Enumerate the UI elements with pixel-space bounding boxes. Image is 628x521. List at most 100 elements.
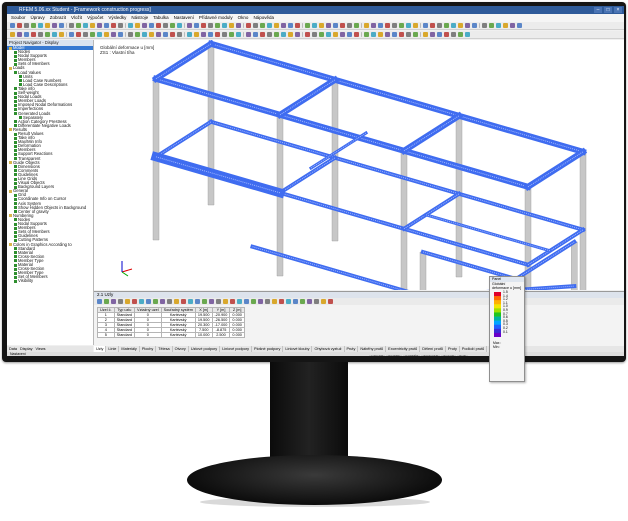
- folder-icon[interactable]: [9, 243, 12, 247]
- toolbar-tool-icon[interactable]: [170, 23, 175, 28]
- menu-item-4[interactable]: Výpočet: [87, 14, 103, 22]
- checkbox-icon[interactable]: [14, 230, 17, 234]
- toolbar-tool-icon[interactable]: [177, 23, 182, 28]
- table-tool-icon[interactable]: [139, 299, 144, 304]
- toolbar-tool-icon[interactable]: [458, 23, 463, 28]
- toolbar-tool-icon[interactable]: [406, 23, 411, 28]
- menu-item-9[interactable]: Přídavné moduly: [199, 14, 233, 22]
- checkbox-icon[interactable]: [14, 54, 17, 58]
- checkbox-icon[interactable]: [14, 181, 17, 185]
- checkbox-icon[interactable]: [14, 263, 17, 267]
- toolbar-tool-icon[interactable]: [333, 23, 338, 28]
- result-legend-panel[interactable]: Panel Globální deformace u [mm] 1.5 1.4 1.…: [489, 276, 525, 382]
- toolbar-tool-icon[interactable]: [437, 32, 442, 37]
- table-tool-icon[interactable]: [321, 299, 326, 304]
- table-tool-icon[interactable]: [118, 299, 123, 304]
- table-cell[interactable]: Standard: [113, 322, 136, 328]
- checkbox-icon[interactable]: [14, 58, 17, 62]
- toolbar-tool-icon[interactable]: [361, 23, 362, 28]
- toolbar-tool-icon[interactable]: [326, 32, 331, 37]
- toolbar-tool-icon[interactable]: [31, 23, 36, 28]
- toolbar-tool-icon[interactable]: [517, 23, 522, 28]
- snap-button-0[interactable]: UCHOP: [369, 355, 386, 356]
- table-tool-icon[interactable]: [125, 299, 130, 304]
- table-cell[interactable]: 2.500: [211, 332, 231, 338]
- toolbar-tool-icon[interactable]: [295, 32, 300, 37]
- toolbar-tool-icon[interactable]: [295, 23, 300, 28]
- table-cell[interactable]: Standard: [113, 327, 136, 333]
- table-tool-icon[interactable]: [265, 299, 270, 304]
- toolbar-tool-icon[interactable]: [118, 32, 123, 37]
- checkbox-icon[interactable]: [14, 144, 17, 148]
- table-tool-icon[interactable]: [146, 299, 151, 304]
- toolbar-tool-icon[interactable]: [229, 32, 234, 37]
- table-cell[interactable]: Standard: [113, 332, 136, 338]
- table-tool-icon[interactable]: [160, 299, 165, 304]
- toolbar-tool-icon[interactable]: [413, 23, 418, 28]
- toolbar-tool-icon[interactable]: [312, 23, 317, 28]
- toolbar-tool-icon[interactable]: [170, 32, 175, 37]
- toolbar-tool-icon[interactable]: [472, 23, 477, 28]
- toolbar-tool-icon[interactable]: [201, 32, 206, 37]
- table-row[interactable]: 2 Standard 0 Kartézský 19.500 -26.500 0.000: [97, 317, 245, 323]
- toolbar-tool-icon[interactable]: [104, 23, 109, 28]
- toolbar-tool-icon[interactable]: [423, 23, 428, 28]
- toolbar-tool-icon[interactable]: [385, 32, 390, 37]
- folder-icon[interactable]: [9, 67, 12, 71]
- toolbar-tool-icon[interactable]: [59, 23, 64, 28]
- toolbar-tool-icon[interactable]: [364, 23, 369, 28]
- checkbox-icon[interactable]: [19, 75, 22, 79]
- toolbar-tool-icon[interactable]: [194, 32, 199, 37]
- toolbar-tool-icon[interactable]: [236, 32, 241, 37]
- toolbar-tool-icon[interactable]: [24, 23, 29, 28]
- toolbar-tool-icon[interactable]: [111, 23, 116, 28]
- toolbar-tool-icon[interactable]: [52, 32, 57, 37]
- checkbox-icon[interactable]: [14, 251, 17, 255]
- toolbar-tool-icon[interactable]: [305, 32, 310, 37]
- toolbar-tool-icon[interactable]: [312, 32, 317, 37]
- toolbar-tool-icon[interactable]: [156, 32, 161, 37]
- toolbar-tool-icon[interactable]: [267, 32, 272, 37]
- table-cell[interactable]: Standard: [113, 317, 136, 323]
- table-tool-icon[interactable]: [237, 299, 242, 304]
- checkbox-icon[interactable]: [14, 71, 17, 75]
- toolbar-tool-icon[interactable]: [489, 23, 494, 28]
- toolbar-tool-icon[interactable]: [371, 32, 376, 37]
- menu-item-6[interactable]: Nástroje: [131, 14, 148, 22]
- toolbar-tool-icon[interactable]: [378, 23, 383, 28]
- close-button[interactable]: ×: [614, 7, 622, 13]
- menu-item-7[interactable]: Tabulka: [153, 14, 169, 22]
- checkbox-icon[interactable]: [14, 226, 17, 230]
- menu-item-0[interactable]: Soubor: [11, 14, 26, 22]
- checkbox-icon[interactable]: [14, 50, 17, 54]
- table-tool-icon[interactable]: [230, 299, 235, 304]
- checkbox-icon[interactable]: [14, 271, 17, 275]
- checkbox-icon[interactable]: [14, 87, 17, 91]
- toolbar-tool-icon[interactable]: [347, 23, 352, 28]
- menu-item-2[interactable]: Zobrazit: [50, 14, 66, 22]
- table-tool-icon[interactable]: [97, 299, 102, 304]
- toolbar-tool-icon[interactable]: [444, 23, 449, 28]
- maximize-button[interactable]: □: [604, 7, 612, 13]
- toolbar-tool-icon[interactable]: [305, 23, 310, 28]
- checkbox-icon[interactable]: [14, 267, 17, 271]
- checkbox-icon[interactable]: [14, 255, 17, 259]
- checkbox-icon[interactable]: [14, 140, 17, 144]
- toolbar-tool-icon[interactable]: [201, 23, 206, 28]
- toolbar-tool-icon[interactable]: [510, 23, 515, 28]
- checkbox-icon[interactable]: [14, 259, 17, 263]
- tree-item[interactable]: Visibility: [7, 279, 93, 283]
- toolbar-tool-icon[interactable]: [246, 32, 251, 37]
- table-cell[interactable]: -17.000: [211, 322, 231, 328]
- table-tool-icon[interactable]: [314, 299, 319, 304]
- toolbar-tool-icon[interactable]: [503, 23, 508, 28]
- toolbar-tool-icon[interactable]: [423, 32, 428, 37]
- toolbar-tool-icon[interactable]: [399, 32, 404, 37]
- toolbar-tool-icon[interactable]: [406, 32, 411, 37]
- table-tool-icon[interactable]: [300, 299, 305, 304]
- toolbar-tool-icon[interactable]: [135, 32, 140, 37]
- toolbar-tool-icon[interactable]: [385, 23, 390, 28]
- toolbar-tool-icon[interactable]: [260, 32, 265, 37]
- table-row[interactable]: 3 Standard 0 Kartézský 20.300 -17.000 0.000: [97, 322, 245, 328]
- table-tool-icon[interactable]: [307, 299, 312, 304]
